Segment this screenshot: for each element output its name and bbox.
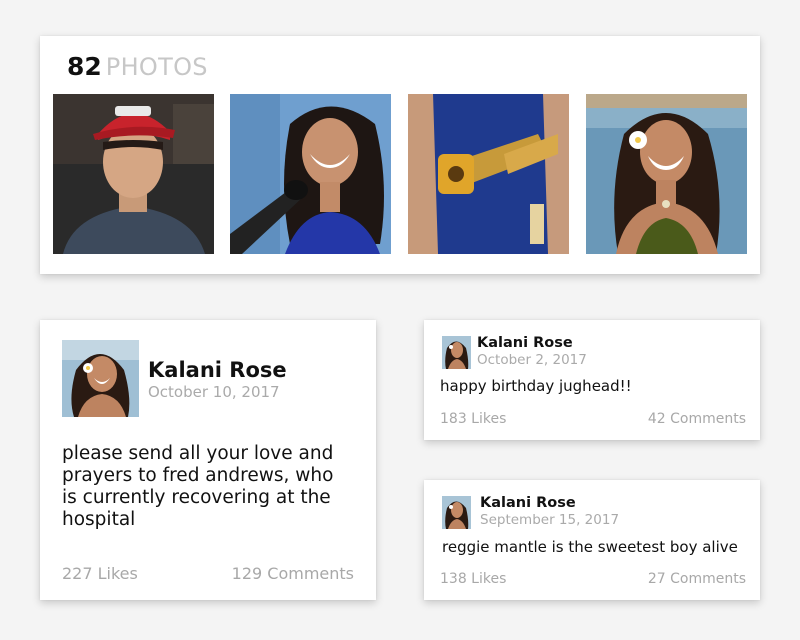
post-text: reggie mantle is the sweetest boy alive <box>442 538 738 556</box>
comments-count[interactable]: 129 Comments <box>232 564 354 583</box>
likes-count[interactable]: 138 Likes <box>440 571 506 587</box>
likes-count[interactable]: 183 Likes <box>440 411 506 427</box>
likes-count[interactable]: 227 Likes <box>62 564 138 583</box>
photo-thumbnail-2[interactable] <box>230 94 391 254</box>
photo-thumbnail-1[interactable] <box>53 94 214 254</box>
post-card-small-2: Kalani Rose September 15, 2017 reggie ma… <box>424 480 760 600</box>
photo-thumbnail-4[interactable] <box>586 94 747 254</box>
post-author[interactable]: Kalani Rose <box>480 495 576 511</box>
comments-count[interactable]: 42 Comments <box>648 411 746 427</box>
photo-thumbnail-3[interactable] <box>408 94 569 254</box>
avatar-icon <box>442 336 471 369</box>
woman-flower-sea-photo-icon <box>586 94 747 254</box>
post-text: happy birthday jughead!! <box>440 377 632 395</box>
avatar-icon <box>442 496 471 529</box>
post-author[interactable]: Kalani Rose <box>148 358 287 382</box>
photos-label: PHOTOS <box>105 53 208 81</box>
post-date: October 10, 2017 <box>148 383 280 401</box>
post-author[interactable]: Kalani Rose <box>477 335 573 351</box>
post-card-small-1: Kalani Rose October 2, 2017 happy birthd… <box>424 320 760 440</box>
post-card-large: Kalani Rose October 10, 2017 please send… <box>40 320 376 600</box>
photos-card: 82 PHOTOS <box>40 36 760 274</box>
avatar[interactable] <box>442 496 471 529</box>
avatar-icon <box>62 340 139 417</box>
woman-microphone-photo-icon <box>230 94 391 254</box>
comments-count[interactable]: 27 Comments <box>648 571 746 587</box>
man-red-cap-photo-icon <box>53 94 214 254</box>
post-date: October 2, 2017 <box>477 352 587 368</box>
costume-detail-photo-icon <box>408 94 569 254</box>
avatar[interactable] <box>62 340 139 417</box>
post-text: please send all your love and prayers to… <box>62 443 334 530</box>
photos-count: 82 <box>67 52 102 81</box>
avatar[interactable] <box>442 336 471 369</box>
photos-header: 82 PHOTOS <box>67 52 208 81</box>
post-date: September 15, 2017 <box>480 512 620 528</box>
